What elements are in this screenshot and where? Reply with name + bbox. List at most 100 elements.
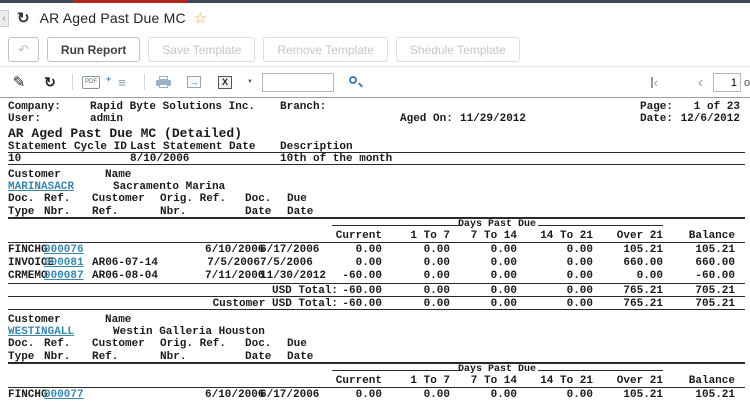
usd-total-d7-14: 0.00 <box>490 285 517 297</box>
d7-14-cell: 0.00 <box>490 257 517 269</box>
page-number-input[interactable] <box>713 73 741 92</box>
doc-header: Doc. <box>8 338 35 350</box>
cust-total-balance: 705.21 <box>695 298 735 310</box>
report-title: AR Aged Past Due MC (Detailed) <box>8 126 243 141</box>
doc-date-cell: 6/10/2006 <box>205 244 265 256</box>
days-7-14-header: 7 To 14 <box>470 375 517 387</box>
schedule-template-button[interactable]: Shedule Template <box>395 37 520 62</box>
balance-cell: 105.21 <box>695 244 735 256</box>
reload-icon[interactable]: ↻ <box>17 11 30 26</box>
cust-total-current: -60.00 <box>342 298 382 310</box>
amount-header-row: Current 1 To 7 7 To 14 14 To 21 Over 21 … <box>8 375 745 388</box>
save-template-button[interactable]: Save Template <box>148 37 256 62</box>
export-pdf-icon[interactable]: PDF <box>82 73 100 91</box>
table-row: CRMEMO 000087 AR06-08-04 7/11/2006 11/30… <box>8 270 745 283</box>
last-statement-date-header: Last Statement Date <box>130 141 256 153</box>
previous-page-icon[interactable]: ‹ <box>698 74 703 91</box>
user-value: admin <box>90 113 124 125</box>
sidebar-collapse-handle[interactable]: ‹ <box>0 9 9 27</box>
table-row: FINCHG 000076 6/10/2006 6/17/2006 0.00 0… <box>8 244 745 257</box>
ref-header-2: Nbr. <box>44 351 71 363</box>
current-header: Current <box>335 230 382 242</box>
due-date-cell: 6/17/2006 <box>260 389 320 401</box>
customer-ref-cell: AR06-08-04 <box>92 270 159 282</box>
doc-date-header-2: Date <box>245 351 272 363</box>
ref-header: Ref. <box>44 338 71 350</box>
report-header-line-1: Company: Rapid Byte Solutions Inc. Branc… <box>8 101 745 113</box>
ref-nbr-link[interactable]: 000076 <box>44 244 92 257</box>
page-label: Page: <box>640 101 674 113</box>
usd-total-row: USD Total: -60.00 0.00 0.00 0.00 765.21 … <box>8 283 745 297</box>
page-title: AR Aged Past Due MC <box>39 10 186 26</box>
doc-header-2: Type <box>8 206 35 218</box>
report-viewer-screen: ‹ ↻ AR Aged Past Due MC ☆ ↶ Run Report S… <box>0 0 750 401</box>
browser-edge-strip <box>0 0 750 3</box>
description-header: Description <box>280 141 353 153</box>
cust-total-d7-14: 0.00 <box>490 298 517 310</box>
days-14-21-header: 14 To 21 <box>540 375 593 387</box>
toolbar-separator <box>144 74 145 90</box>
customer-ref-header: Customer <box>92 338 145 350</box>
doc-date-cell: 7/5/2006 <box>207 257 260 269</box>
report-parameters-icon[interactable]: + ≡ <box>106 73 131 91</box>
export-excel-icon[interactable]: X <box>216 73 234 91</box>
d1-7-cell: 0.00 <box>423 244 450 256</box>
favorite-star-icon[interactable]: ☆ <box>194 9 207 27</box>
d7-14-cell: 0.00 <box>490 270 517 282</box>
undo-button[interactable]: ↶ <box>8 37 39 62</box>
ref-nbr-link[interactable]: 000087 <box>44 270 92 283</box>
customer-name: Westin Galleria Houston <box>113 326 265 338</box>
customer-id-link[interactable]: WESTINGALL <box>8 326 74 338</box>
balance-cell: 660.00 <box>695 257 735 269</box>
print-icon[interactable] <box>154 73 172 91</box>
customer-ref-cell <box>92 244 160 257</box>
aged-on-value: 11/29/2012 <box>460 113 527 125</box>
due-date-cell: 7/5/2006 <box>260 257 313 269</box>
run-report-button[interactable]: Run Report <box>46 37 141 62</box>
send-report-icon[interactable]: → <box>185 73 203 91</box>
customer-header: Customer <box>8 169 61 181</box>
search-input[interactable] <box>261 72 334 92</box>
statement-cycle-id-value: 10 <box>8 153 22 165</box>
doc-header: Doc. <box>8 193 35 205</box>
orig-ref-cell <box>160 244 205 257</box>
orig-ref-header-2: Nbr. <box>160 206 187 218</box>
cust-total-d14-21: 0.00 <box>566 298 593 310</box>
last-statement-date-value: 8/10/2006 <box>130 153 190 165</box>
d1-7-cell: 0.00 <box>423 389 450 401</box>
refresh-icon[interactable]: ↻ <box>41 73 59 91</box>
over-21-header: Over 21 <box>616 230 663 242</box>
first-page-icon[interactable]: ‹ <box>650 76 658 89</box>
customer-ref-header: Customer <box>92 193 145 205</box>
current-cell: 0.00 <box>355 389 382 401</box>
days-1-7-header: 1 To 7 <box>410 375 450 387</box>
ref-nbr-link[interactable]: 000081 <box>44 257 92 270</box>
edit-report-icon[interactable]: ✎ <box>10 73 28 91</box>
doc-type-cell: CRMEMO <box>8 270 48 282</box>
balance-cell: -60.00 <box>695 270 735 282</box>
amount-header-row: Current 1 To 7 7 To 14 14 To 21 Over 21 … <box>8 230 745 243</box>
customer-id-link[interactable]: MARINASACR <box>8 181 74 193</box>
balance-header: Balance <box>688 230 735 242</box>
over-21-cell: 105.21 <box>623 244 663 256</box>
d14-21-cell: 0.00 <box>566 389 593 401</box>
current-cell: 0.00 <box>355 244 382 256</box>
export-dropdown-caret-icon[interactable]: ▼ <box>247 79 253 85</box>
usd-total-d1-7: 0.00 <box>423 285 450 297</box>
doc-type-cell: FINCHG <box>8 244 48 256</box>
balance-cell: 105.21 <box>695 389 735 401</box>
customer-ref-header-2: Ref. <box>92 206 119 218</box>
d7-14-cell: 0.00 <box>490 244 517 256</box>
d1-7-cell: 0.00 <box>423 270 450 282</box>
description-value: 10th of the month <box>280 153 393 165</box>
usd-total-current: -60.00 <box>342 285 382 297</box>
remove-template-button[interactable]: Remove Template <box>263 37 388 62</box>
customer-header-row: Customer Name <box>8 314 745 326</box>
customer-header: Customer <box>8 314 61 326</box>
page-value: 1 of 23 <box>693 101 740 113</box>
d7-14-cell: 0.00 <box>490 389 517 401</box>
statement-header-row: Statement Cycle ID Last Statement Date D… <box>8 141 745 153</box>
over-21-cell: 0.00 <box>636 270 663 282</box>
ref-nbr-link[interactable]: 000077 <box>44 389 92 401</box>
search-icon[interactable] <box>346 73 364 91</box>
